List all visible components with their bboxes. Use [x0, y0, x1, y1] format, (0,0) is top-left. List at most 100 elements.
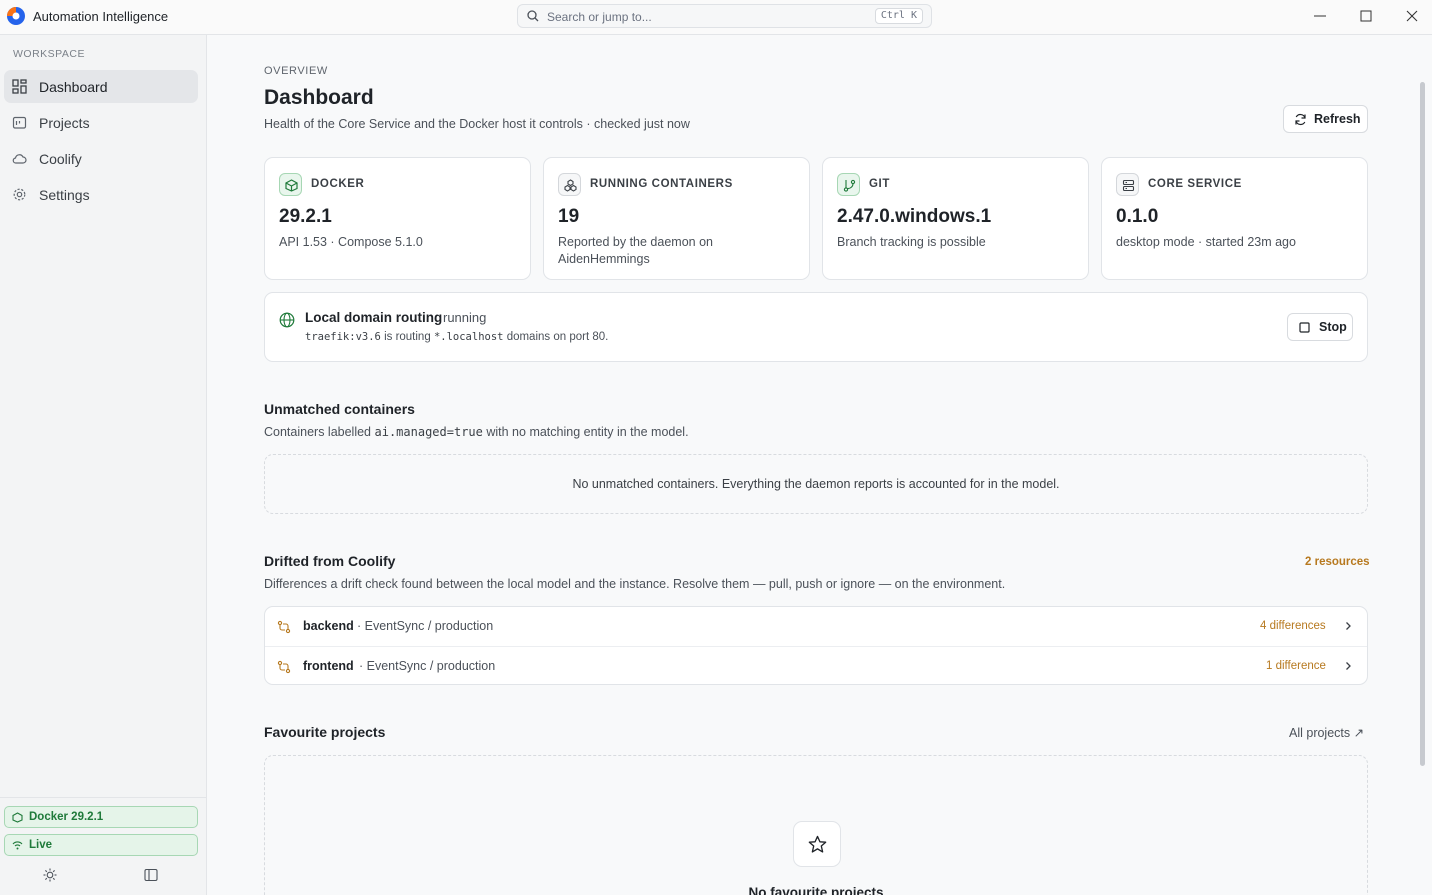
- refresh-button[interactable]: Refresh: [1283, 105, 1368, 133]
- containers-card-icon-box: [558, 173, 581, 196]
- drift-difference-count: 1 difference: [1266, 660, 1326, 672]
- scrollbar[interactable]: [1420, 82, 1425, 766]
- live-status-badge[interactable]: Live: [4, 834, 198, 856]
- drift-description: Differences a drift check found between …: [264, 577, 1006, 591]
- running-containers-card: RUNNING CONTAINERS 19 Reported by the da…: [543, 157, 810, 280]
- sidebar-divider: [0, 797, 207, 798]
- chevron-right-icon: [1346, 622, 1351, 630]
- unmatched-empty-text: No unmatched containers. Everything the …: [572, 477, 1060, 491]
- drift-resource-path: · EventSync / production: [357, 619, 494, 633]
- card-title: GIT: [869, 178, 890, 190]
- sidebar-item-label: Settings: [39, 187, 90, 203]
- page-subtitle: Health of the Core Service and the Docke…: [264, 117, 690, 131]
- page-title: Dashboard: [264, 86, 374, 109]
- wifi-icon: [12, 841, 23, 850]
- git-branch-icon: [843, 179, 856, 192]
- app-logo-icon: [7, 7, 25, 25]
- main-content: OVERVIEW Dashboard Health of the Core Se…: [207, 35, 1425, 895]
- card-value: 0.1.0: [1116, 206, 1159, 227]
- favourites-title: Favourite projects: [264, 724, 386, 740]
- git-card: GIT 2.47.0.windows.1 Branch tracking is …: [822, 157, 1089, 280]
- routing-domain: *.localhost: [433, 331, 504, 343]
- drift-resource-path: · EventSync / production: [359, 659, 496, 673]
- cloud-icon: [12, 154, 27, 164]
- server-icon: [1122, 179, 1135, 192]
- app-title: Automation Intelligence: [33, 9, 169, 24]
- label-code: ai.managed=true: [374, 425, 483, 439]
- card-value: 19: [558, 206, 580, 227]
- containers-icon: [564, 179, 577, 192]
- routing-status: running: [443, 310, 487, 325]
- card-title: DOCKER: [311, 178, 365, 190]
- routing-image: traefik:v3.6: [305, 331, 381, 343]
- routing-text: is routing: [384, 331, 431, 343]
- maximize-icon[interactable]: [1358, 8, 1374, 24]
- sidebar-item-label: Dashboard: [39, 79, 108, 95]
- routing-description: traefik:v3.6 is routing *.localhost doma…: [305, 331, 608, 343]
- all-projects-link[interactable]: All projects ↗: [1289, 725, 1364, 740]
- drift-resource-name: frontend: [303, 659, 354, 673]
- docker-icon: [285, 179, 298, 192]
- drift-row-frontend[interactable]: frontend · EventSync / production 1 diff…: [265, 646, 1367, 684]
- routing-title: Local domain routing: [305, 310, 443, 325]
- sidebar-item-projects[interactable]: Projects: [4, 106, 198, 139]
- search-placeholder: Search or jump to...: [547, 10, 652, 24]
- stop-icon: [1299, 322, 1310, 333]
- card-description: Branch tracking is possible: [837, 235, 986, 249]
- workspace-label: WORKSPACE: [13, 48, 85, 60]
- sidebar-item-label: Projects: [39, 115, 90, 131]
- docker-status-badge[interactable]: Docker 29.2.1: [4, 806, 198, 828]
- core-card-icon-box: [1116, 173, 1139, 196]
- card-title: RUNNING CONTAINERS: [590, 178, 733, 190]
- globe-icon: [279, 312, 295, 328]
- card-value: 2.47.0.windows.1: [837, 206, 992, 227]
- card-title: CORE SERVICE: [1148, 178, 1242, 190]
- sidebar-item-dashboard[interactable]: Dashboard: [4, 70, 198, 103]
- title-bar: Automation Intelligence Search or jump t…: [0, 0, 1432, 35]
- theme-toggle-icon[interactable]: [43, 868, 57, 882]
- sidebar-item-label: Coolify: [39, 151, 82, 167]
- collapse-sidebar-icon[interactable]: [144, 868, 158, 882]
- unmatched-title: Unmatched containers: [264, 401, 415, 417]
- live-status-label: Live: [29, 839, 53, 851]
- drift-difference-count: 4 differences: [1260, 620, 1326, 632]
- chevron-right-icon: [1346, 662, 1351, 670]
- sidebar: WORKSPACE Dashboard Projects Coolify Set…: [0, 35, 207, 895]
- drift-resource-name: backend: [303, 619, 354, 633]
- projects-icon: [12, 116, 27, 129]
- stop-button[interactable]: Stop: [1287, 313, 1353, 341]
- stop-label: Stop: [1319, 320, 1347, 334]
- sidebar-item-settings[interactable]: Settings: [4, 178, 198, 211]
- gear-icon: [13, 188, 26, 201]
- git-compare-icon: [277, 620, 291, 634]
- dashboard-icon: [12, 79, 27, 94]
- drift-row-backend[interactable]: backend · EventSync / production 4 diffe…: [265, 607, 1367, 646]
- git-card-icon-box: [837, 173, 860, 196]
- drift-resource-count[interactable]: 2 resources: [1305, 556, 1370, 568]
- search-shortcut: Ctrl K: [874, 8, 923, 24]
- card-description: desktop mode · started 23m ago: [1116, 235, 1296, 249]
- page-overline: OVERVIEW: [264, 65, 328, 77]
- drift-list: backend · EventSync / production 4 diffe…: [264, 606, 1368, 685]
- minimize-icon[interactable]: [1312, 8, 1328, 24]
- docker-card-icon-box: [279, 173, 302, 196]
- desc-text: with no matching entity in the model.: [486, 425, 689, 439]
- close-icon[interactable]: [1404, 8, 1420, 24]
- favourites-empty-text: No favourite projects: [748, 885, 884, 895]
- sidebar-item-coolify[interactable]: Coolify: [4, 142, 198, 175]
- search-bar[interactable]: Search or jump to... Ctrl K: [517, 4, 932, 28]
- favourites-empty-state: No favourite projects: [264, 755, 1368, 895]
- git-compare-icon: [277, 660, 291, 674]
- card-value: 29.2.1: [279, 206, 332, 227]
- card-description: Reported by the daemon on AidenHemmings: [558, 235, 713, 266]
- refresh-icon: [1295, 113, 1306, 126]
- drift-title: Drifted from Coolify: [264, 553, 396, 569]
- docker-icon: [12, 812, 23, 823]
- core-service-card: CORE SERVICE 0.1.0 desktop mode · starte…: [1101, 157, 1368, 280]
- card-description: API 1.53 · Compose 5.1.0: [279, 235, 423, 249]
- docker-status-label: Docker 29.2.1: [29, 811, 104, 823]
- refresh-label: Refresh: [1314, 112, 1361, 126]
- star-icon-box: [793, 821, 841, 867]
- unmatched-empty-state: No unmatched containers. Everything the …: [264, 454, 1368, 514]
- search-icon: [527, 10, 539, 22]
